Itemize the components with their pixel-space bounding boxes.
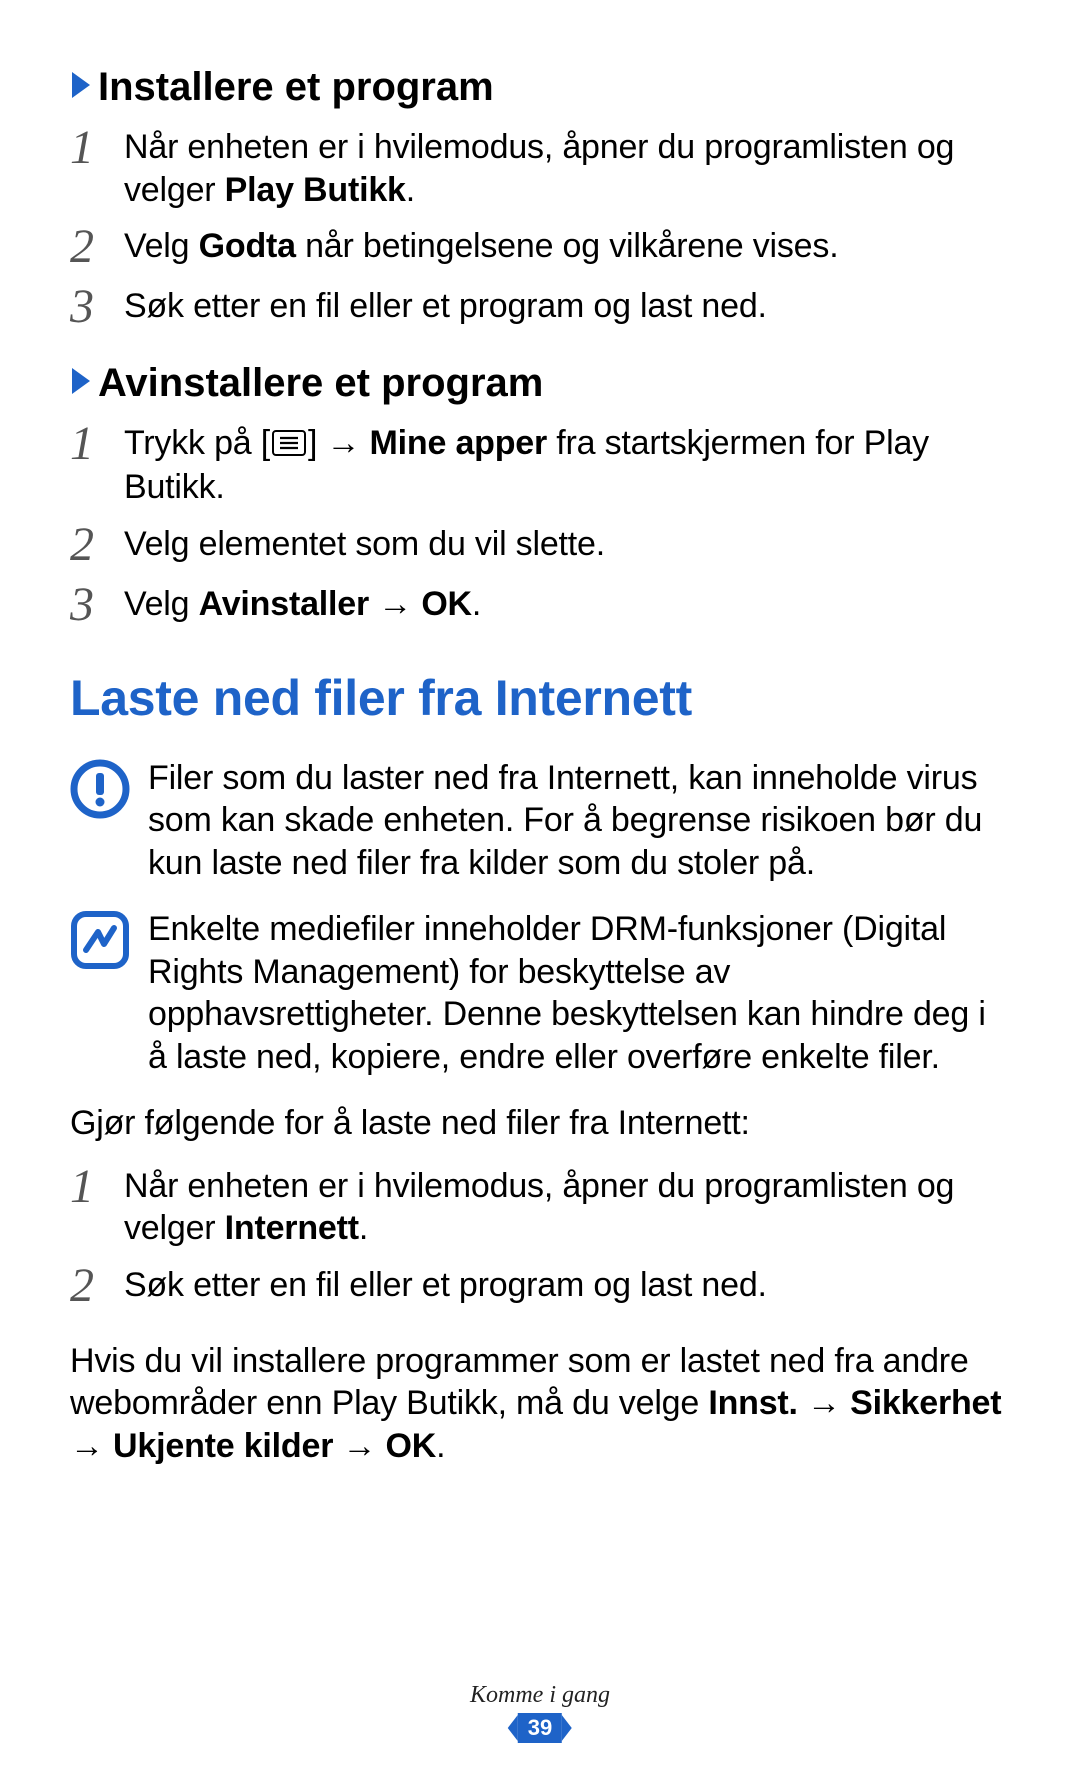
step-number: 2: [70, 521, 124, 569]
step-number: 1: [70, 1163, 124, 1211]
note-body: Filer som du laster ned fra Internett, k…: [148, 757, 1010, 885]
step-item: 1 Når enheten er i hvilemodus, åpner du …: [70, 1165, 1010, 1250]
steps-uninstall: 1 Trykk på [] → Mine apper fra startskje…: [70, 422, 1010, 629]
heading-text: Installere et program: [98, 65, 494, 110]
after-paragraph: Hvis du vil installere programmer som er…: [70, 1340, 1010, 1468]
step-number: 3: [70, 283, 124, 331]
main-heading: Laste ned filer fra Internett: [70, 669, 1010, 727]
step-body: Trykk på [] → Mine apper fra startskjerm…: [124, 422, 1010, 509]
intro-paragraph: Gjør følgende for å laste ned filer fra …: [70, 1102, 1010, 1145]
document-page: Installere et program 1 Når enheten er i…: [0, 0, 1080, 1467]
step-number: 2: [70, 223, 124, 271]
step-body: Søk etter en fil eller et program og las…: [124, 285, 1010, 328]
step-number: 1: [70, 124, 124, 172]
step-item: 2 Velg Godta når betingelsene og vilkåre…: [70, 225, 1010, 271]
chevron-right-icon: [70, 67, 92, 107]
step-body: Velg Avinstaller → OK.: [124, 583, 1010, 626]
page-number-badge: 39: [508, 1713, 572, 1743]
warning-icon: [70, 759, 130, 819]
chevron-right-icon: [70, 363, 92, 403]
step-body: Når enheten er i hvilemodus, åpner du pr…: [124, 126, 1010, 211]
step-body: Velg Godta når betingelsene og vilkårene…: [124, 225, 1010, 268]
page-number: 39: [518, 1713, 562, 1743]
sub-heading-install: Installere et program: [70, 65, 1010, 110]
step-number: 1: [70, 420, 124, 468]
note-warning: Filer som du laster ned fra Internett, k…: [70, 757, 1010, 885]
note-icon: [70, 910, 130, 970]
step-item: 1 Når enheten er i hvilemodus, åpner du …: [70, 126, 1010, 211]
badge-decor-left: [508, 1715, 518, 1741]
note-info: Enkelte mediefiler inneholder DRM-funksj…: [70, 908, 1010, 1078]
step-body: Når enheten er i hvilemodus, åpner du pr…: [124, 1165, 1010, 1250]
steps-install: 1 Når enheten er i hvilemodus, åpner du …: [70, 126, 1010, 331]
footer-chapter: Komme i gang: [0, 1682, 1080, 1709]
step-body: Søk etter en fil eller et program og las…: [124, 1264, 1010, 1307]
step-item: 1 Trykk på [] → Mine apper fra startskje…: [70, 422, 1010, 509]
note-body: Enkelte mediefiler inneholder DRM-funksj…: [148, 908, 1010, 1078]
steps-download: 1 Når enheten er i hvilemodus, åpner du …: [70, 1165, 1010, 1310]
heading-text: Avinstallere et program: [98, 361, 543, 406]
step-body: Velg elementet som du vil slette.: [124, 523, 1010, 566]
step-item: 3 Søk etter en fil eller et program og l…: [70, 285, 1010, 331]
menu-icon: [272, 424, 306, 467]
sub-heading-uninstall: Avinstallere et program: [70, 361, 1010, 406]
step-item: 3 Velg Avinstaller → OK.: [70, 583, 1010, 629]
step-number: 2: [70, 1262, 124, 1310]
step-item: 2 Velg elementet som du vil slette.: [70, 523, 1010, 569]
step-number: 3: [70, 581, 124, 629]
badge-decor-right: [562, 1715, 572, 1741]
step-item: 2 Søk etter en fil eller et program og l…: [70, 1264, 1010, 1310]
